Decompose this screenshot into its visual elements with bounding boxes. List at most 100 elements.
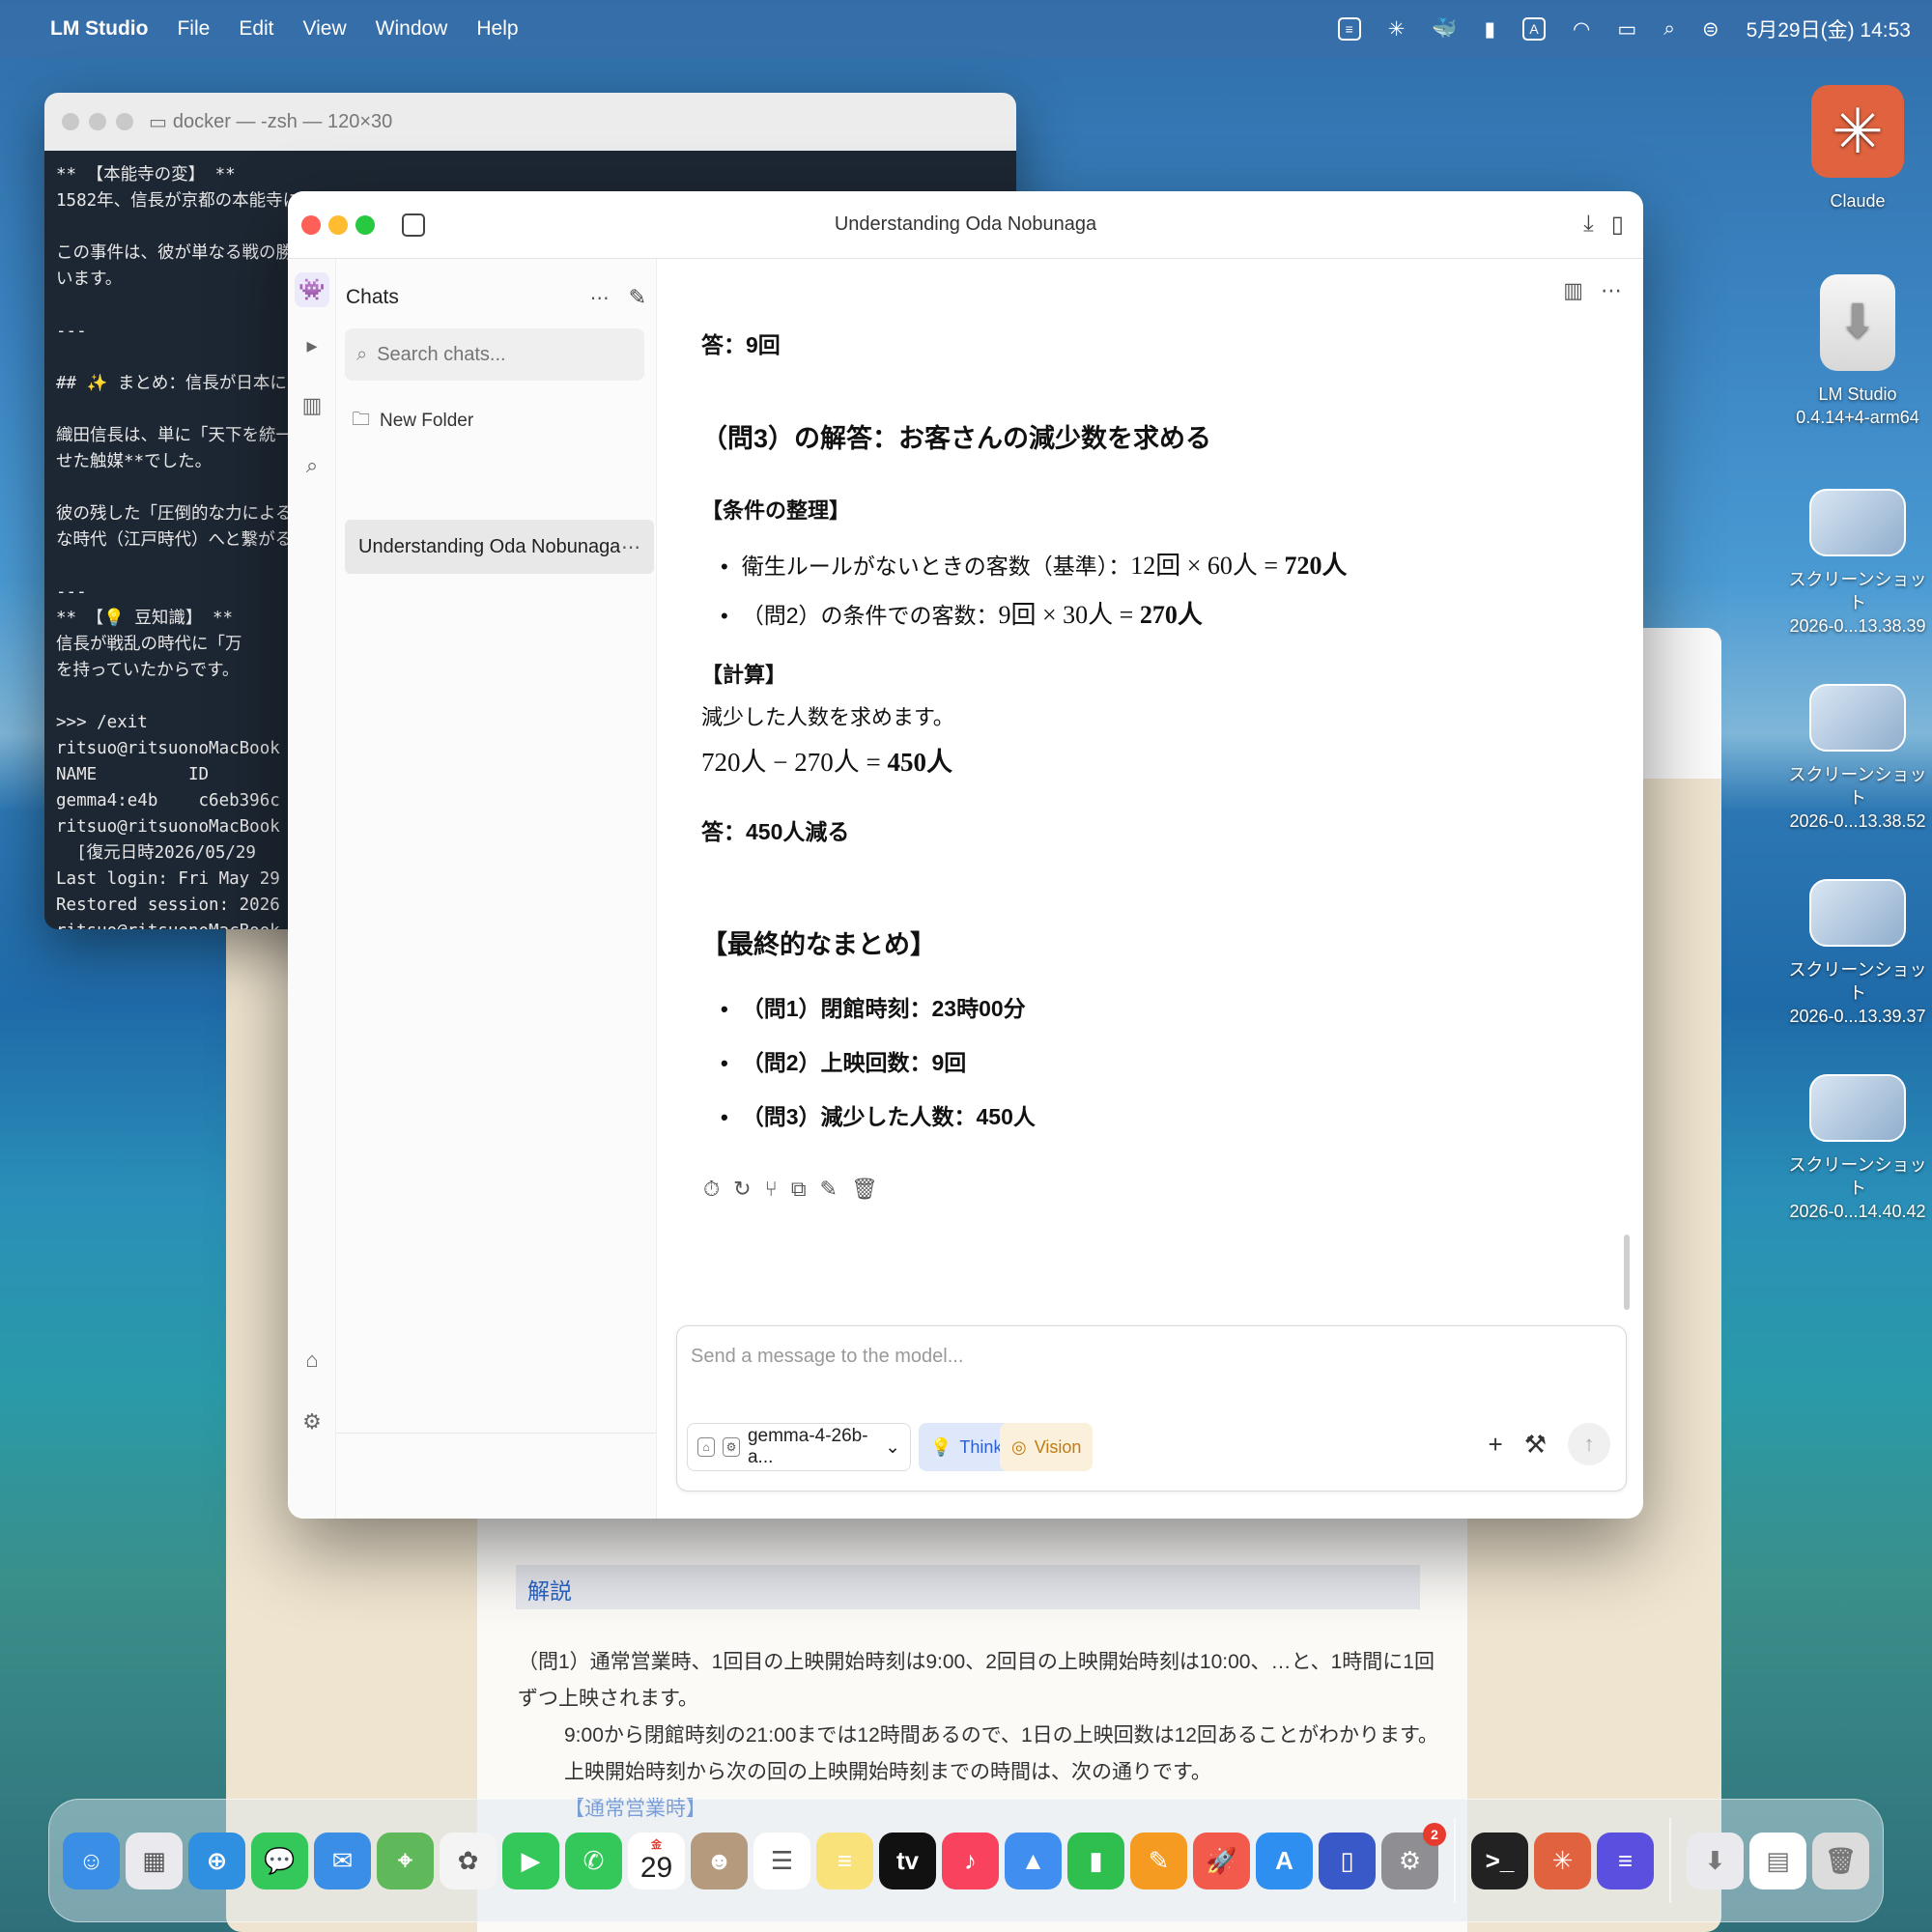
dock-tv-icon[interactable]: tv xyxy=(879,1832,936,1889)
battery-app-icon[interactable]: ▮ xyxy=(1484,17,1495,42)
chat-more-icon[interactable]: ⋯ xyxy=(1601,278,1622,303)
docker-status-icon[interactable]: 🐳 xyxy=(1432,17,1457,41)
desktop-icon-screenshot[interactable]: スクリーンショット 2026-0...13.39.37 xyxy=(1785,879,1930,1028)
dock-terminal-icon[interactable]: >_ xyxy=(1471,1832,1528,1889)
send-button[interactable]: ↑ xyxy=(1568,1423,1610,1465)
split-view-icon[interactable]: ▥ xyxy=(1563,278,1583,303)
dock-app-store-icon[interactable]: A xyxy=(1256,1832,1313,1889)
desktop-icon-claude[interactable]: ✳ Claude xyxy=(1785,85,1930,213)
dock-numbers-icon[interactable]: ▮ xyxy=(1067,1832,1124,1889)
spotlight-icon[interactable]: ⌕ xyxy=(1663,17,1675,41)
lm-studio-window[interactable]: Understanding Oda Nobunaga ⤓ ▯ 👾 ▸ ▥ ⌕ ⌂… xyxy=(288,191,1643,1519)
settings-gear-icon[interactable]: ⚙ xyxy=(298,1408,326,1435)
dock-finder-icon[interactable]: ☺ xyxy=(63,1832,120,1889)
chats-more-icon[interactable]: ⋯ xyxy=(590,286,610,310)
download-icon[interactable]: ⤓ xyxy=(1583,211,1594,239)
dock-claude-icon[interactable]: ✳ xyxy=(1534,1832,1591,1889)
branch-icon[interactable]: ⑂ xyxy=(765,1177,778,1202)
explanation-section-label: 解説 xyxy=(516,1565,1420,1609)
dock-safari-icon[interactable]: ⊕ xyxy=(188,1832,245,1889)
dock-system-settings-icon[interactable]: ⚙ 2 xyxy=(1381,1822,1446,1889)
search-input[interactable] xyxy=(377,343,629,366)
battery-icon[interactable]: ▭ xyxy=(1617,17,1636,42)
wifi-icon[interactable]: ◠ xyxy=(1573,17,1590,42)
search-box[interactable]: ⌕ xyxy=(345,328,644,381)
screenshot-icon xyxy=(1809,879,1906,947)
claude-status-icon[interactable]: ✳ xyxy=(1388,17,1406,42)
dock-launchpad-icon[interactable]: ▦ xyxy=(126,1832,183,1889)
minimize-button[interactable] xyxy=(328,214,348,235)
calc-heading: 【計算】 xyxy=(701,663,787,687)
input-source-icon[interactable]: A xyxy=(1522,17,1547,41)
dock-messages-icon[interactable]: 💬 xyxy=(251,1832,308,1889)
dock-phone-icon[interactable]: ✆ xyxy=(565,1832,622,1889)
model-loader-icon[interactable]: ⌂ xyxy=(298,1347,326,1374)
summary-list: • （問1）閉館時刻：23時00分 • （問2）上映回数：9回 • （問3）減少した人… xyxy=(721,990,1435,1131)
desktop-icon-screenshot[interactable]: スクリーンショット 2026-0...13.38.39 xyxy=(1785,489,1930,638)
developer-nav-icon[interactable]: ▸ xyxy=(298,332,326,359)
dock-music-icon[interactable]: ♪ xyxy=(942,1832,999,1889)
dock-lm-studio-icon[interactable]: ≡ xyxy=(1597,1832,1654,1889)
zoom-button[interactable] xyxy=(116,113,133,130)
vision-toggle[interactable]: ◎ Vision xyxy=(1000,1423,1094,1471)
dock-keynote-icon[interactable]: ▲ xyxy=(1005,1832,1062,1889)
control-center-icon[interactable]: ⊜ xyxy=(1702,17,1719,42)
menu-view[interactable]: View xyxy=(303,17,347,41)
desktop-icon-label: スクリーンショット 2026-0...13.38.39 xyxy=(1788,570,1927,636)
model-settings-icon[interactable]: ⚙ xyxy=(722,1437,740,1457)
dock-maps-icon[interactable]: ⌖ xyxy=(377,1832,434,1889)
zoom-button[interactable] xyxy=(355,214,375,235)
menu-window[interactable]: Window xyxy=(376,17,448,41)
edit-icon[interactable]: ✎ xyxy=(820,1177,838,1202)
scrollbar[interactable] xyxy=(1624,1235,1630,1310)
close-button[interactable] xyxy=(301,214,321,235)
menu-help[interactable]: Help xyxy=(476,17,518,41)
chat-list-item[interactable]: Understanding Oda Nobunaga ⋯ xyxy=(345,520,654,574)
chats-header: Chats ⋯ ✎ xyxy=(346,278,646,317)
tools-icon[interactable]: ⚒ xyxy=(1524,1430,1547,1460)
dock-photos-icon[interactable]: ✿ xyxy=(440,1832,497,1889)
delete-icon[interactable]: 🗑 xyxy=(851,1177,878,1202)
menu-edit[interactable]: Edit xyxy=(239,17,273,41)
model-selector[interactable]: ⌂ ⚙ gemma-4-26b-a... ⌄ xyxy=(687,1423,911,1471)
drive-icon: ⬇ xyxy=(1820,274,1895,371)
document-status-icon[interactable]: ≡ xyxy=(1337,17,1361,41)
dock-contacts-icon[interactable]: ☻ xyxy=(691,1832,748,1889)
desktop-icon-screenshot[interactable]: スクリーンショット 2026-0...14.40.42 xyxy=(1785,1074,1930,1223)
new-folder-button[interactable]: 🗀 New Folder xyxy=(352,406,473,437)
add-attachment-icon[interactable]: + xyxy=(1489,1430,1503,1460)
minimize-button[interactable] xyxy=(89,113,106,130)
dock-document-icon[interactable]: ▤ xyxy=(1749,1832,1806,1889)
dock-reminders-icon[interactable]: ☰ xyxy=(753,1832,810,1889)
dock-calendar-icon[interactable]: 金 29 xyxy=(628,1832,685,1889)
lock-icon: ⌂ xyxy=(697,1437,715,1457)
dock-notes-icon[interactable]: ≡ xyxy=(816,1832,873,1889)
close-button[interactable] xyxy=(62,113,79,130)
discover-nav-icon[interactable]: ⌕ xyxy=(298,452,326,479)
dock-rocket-icon[interactable]: 🚀 xyxy=(1193,1832,1250,1889)
menu-file[interactable]: File xyxy=(177,17,210,41)
menu-app-name[interactable]: LM Studio xyxy=(50,17,148,41)
dock-downloads-icon[interactable]: ⬇ xyxy=(1687,1832,1744,1889)
dock-mail-icon[interactable]: ✉ xyxy=(314,1832,371,1889)
regenerate-icon[interactable]: ↻ xyxy=(733,1177,751,1202)
dock-simulator-icon[interactable]: ▯ xyxy=(1319,1832,1376,1889)
timer-icon[interactable]: ⏱ xyxy=(703,1177,720,1202)
panel-toggle-icon[interactable]: ▯ xyxy=(1611,211,1624,239)
chat-item-more-icon[interactable]: ⋯ xyxy=(621,535,640,559)
dock-pages-icon[interactable]: ✎ xyxy=(1130,1832,1187,1889)
menu-clock[interactable]: 5月29日(金) 14:53 xyxy=(1747,14,1911,43)
dock-trash-icon[interactable]: 🗑 xyxy=(1812,1832,1869,1889)
chat-nav-icon[interactable]: 👾 xyxy=(295,272,329,307)
message-input[interactable] xyxy=(691,1346,1608,1404)
dock-facetime-icon[interactable]: ▶ xyxy=(502,1832,559,1889)
desktop-icon-lm-studio-disk[interactable]: ⬇ LM Studio 0.4.14+4-arm64 xyxy=(1785,274,1930,429)
notification-badge: 2 xyxy=(1423,1822,1446,1846)
copy-icon[interactable]: ⧉ xyxy=(791,1177,807,1202)
models-nav-icon[interactable]: ▥ xyxy=(298,392,326,419)
terminal-titlebar[interactable]: ▭ docker — -zsh — 120×30 xyxy=(44,93,1016,151)
lm-studio-titlebar[interactable]: Understanding Oda Nobunaga ⤓ ▯ xyxy=(288,191,1643,259)
desktop-icon-screenshot[interactable]: スクリーンショット 2026-0...13.38.52 xyxy=(1785,684,1930,833)
toggle-sidebar-icon[interactable] xyxy=(402,213,425,237)
new-chat-icon[interactable]: ✎ xyxy=(629,285,646,310)
